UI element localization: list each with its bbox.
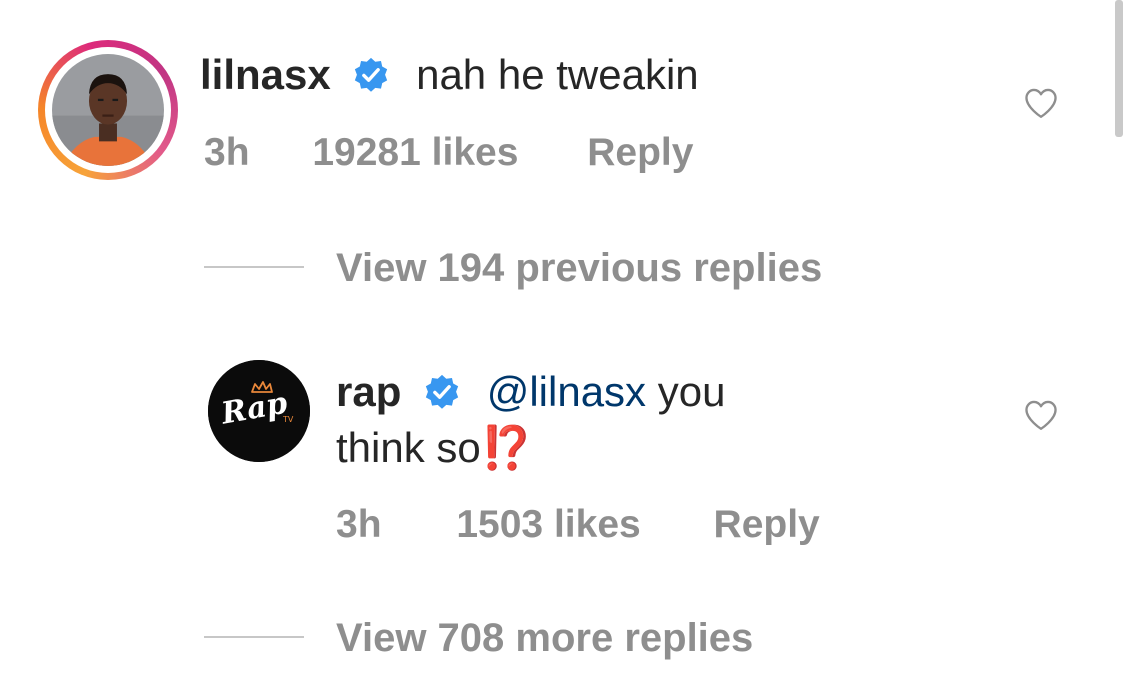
reply-reply-button[interactable]: Reply [714, 503, 820, 546]
rap-logo-icon: Rap TV [208, 360, 310, 462]
scrollbar[interactable] [1115, 0, 1123, 137]
view-more-replies-link[interactable]: View 708 more replies [336, 616, 753, 661]
reply-text-part1: you [657, 368, 726, 415]
story-ring-avatar[interactable] [38, 40, 178, 180]
comment-username[interactable]: lilnasx [200, 51, 331, 98]
reply-mention-link[interactable]: @lilnasx [487, 368, 646, 415]
avatar-lilnasx [52, 54, 164, 166]
reply-line-2: think so⁉️ [336, 423, 533, 473]
comment-time: 3h [204, 131, 250, 174]
verified-badge-icon [425, 374, 459, 409]
verified-badge-icon [355, 57, 388, 92]
svg-text:TV: TV [282, 415, 294, 424]
heart-icon[interactable] [1023, 399, 1059, 431]
comment-text: nah he tweakin [416, 51, 699, 98]
heart-icon[interactable] [1023, 87, 1059, 119]
reply-meta: 3h 1503 likes Reply [336, 503, 820, 547]
reply-text-part2: think so [336, 424, 481, 471]
avatar-rap[interactable]: Rap TV [208, 360, 310, 462]
comment-likes[interactable]: 19281 likes [312, 131, 518, 174]
comment-reply-button[interactable]: Reply [587, 131, 693, 174]
reply-username[interactable]: rap [336, 368, 401, 415]
reply-line-1: rap @lilnasx you [336, 367, 725, 417]
view-previous-replies-link[interactable]: View 194 previous replies [336, 246, 822, 291]
interrobang-emoji: ⁉️ [480, 424, 534, 471]
comment-meta: 3h 19281 likes Reply [204, 131, 693, 175]
reply-time: 3h [336, 503, 382, 546]
avatar-frame [45, 47, 171, 173]
comment-line: lilnasx nah he tweakin [200, 50, 699, 100]
reply-likes[interactable]: 1503 likes [456, 503, 640, 546]
view-replies-divider [204, 266, 304, 268]
more-replies-divider [204, 636, 304, 638]
